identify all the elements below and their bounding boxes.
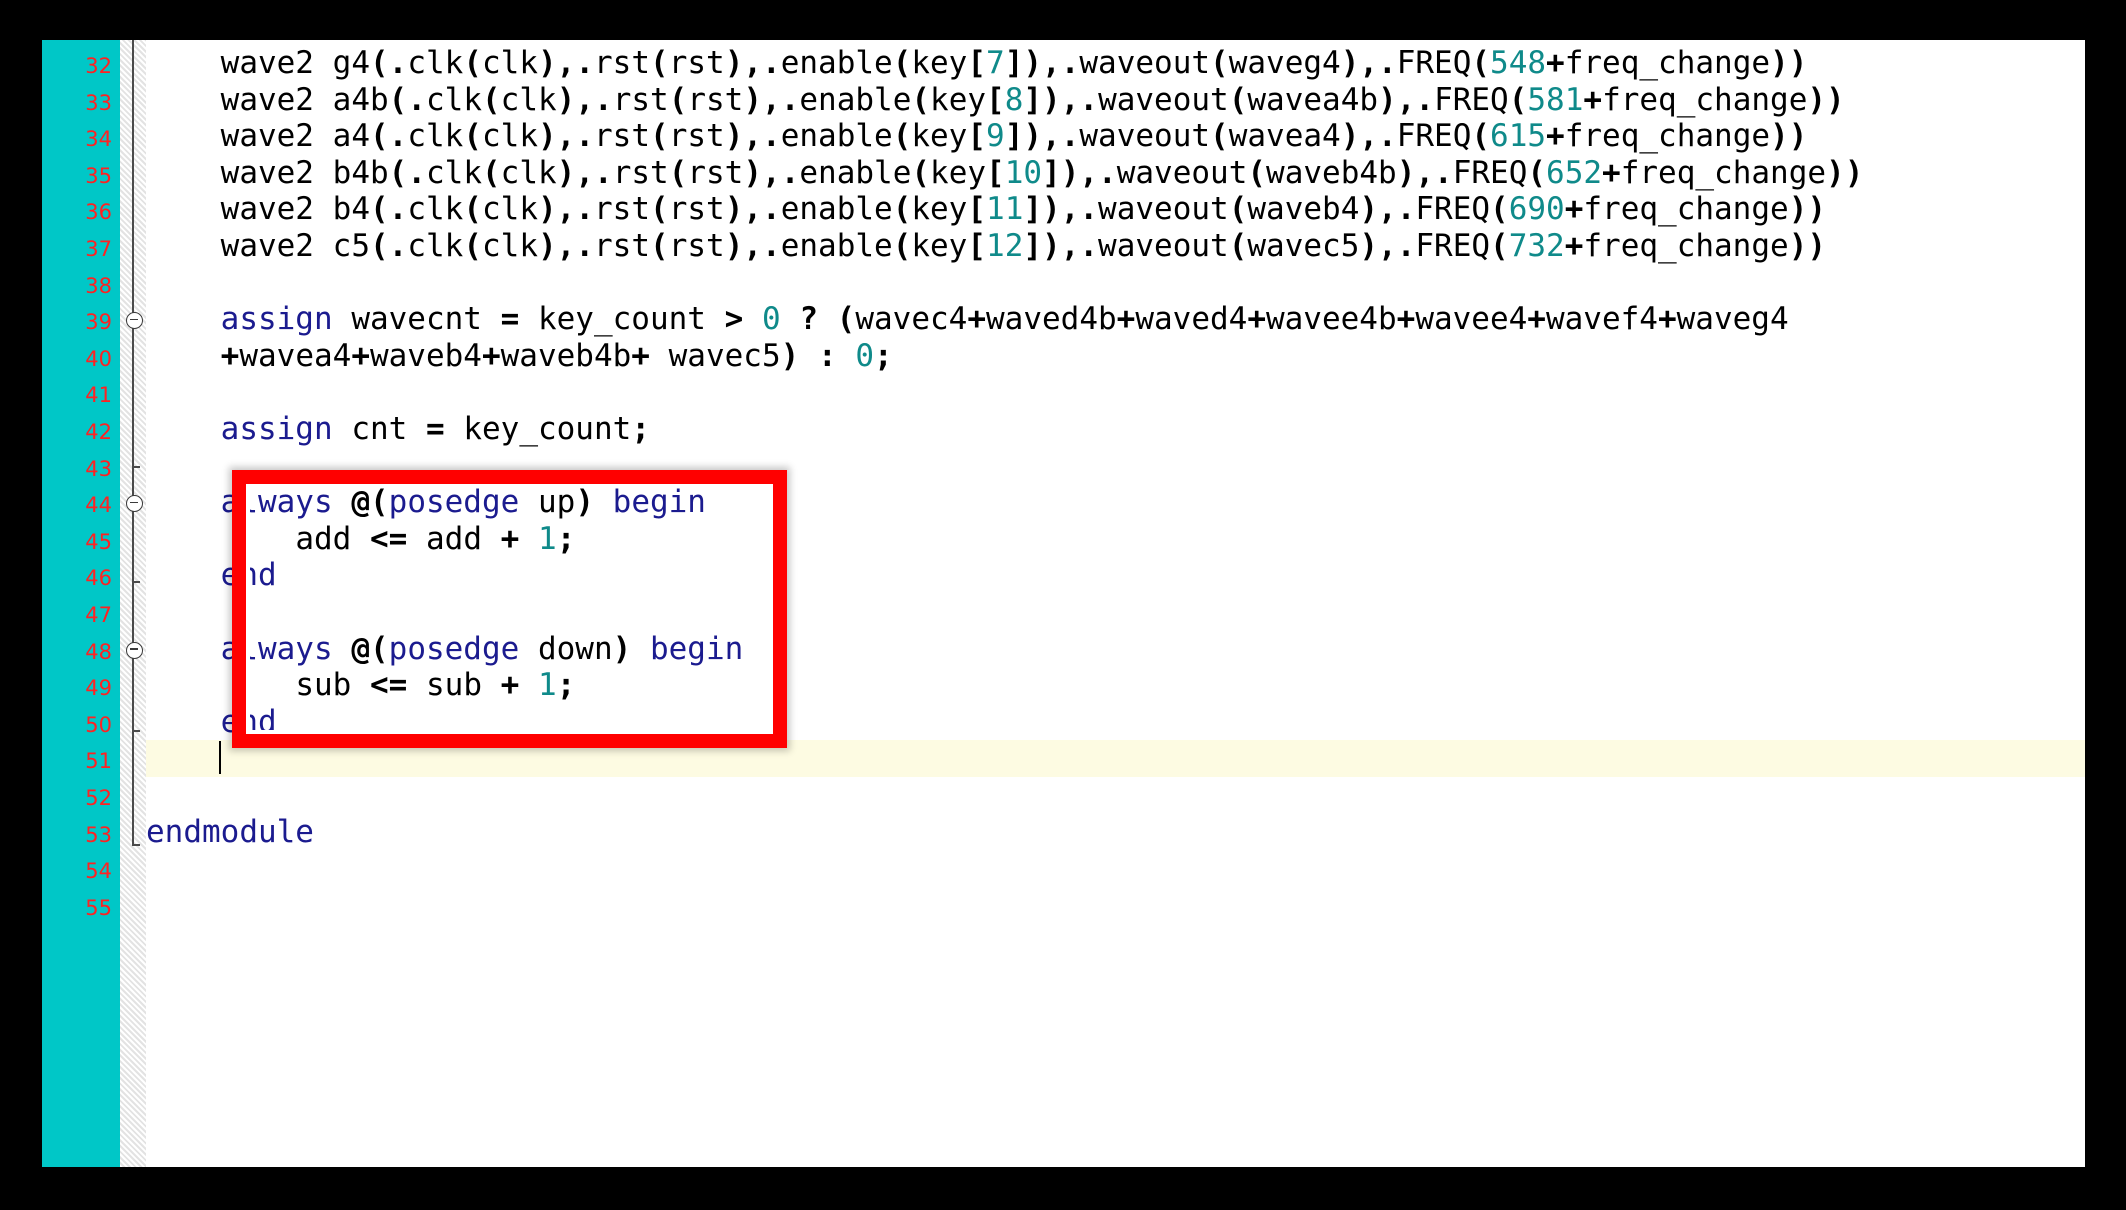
code-line[interactable]: wave2 b4(.clk(clk),.rst(rst),.enable(key… xyxy=(146,191,1826,228)
code-line[interactable]: assign cnt = key_count; xyxy=(146,411,650,448)
line-number: 51 xyxy=(85,749,112,774)
code-line[interactable]: always @(posedge down) begin xyxy=(146,631,744,668)
line-number: 49 xyxy=(85,676,112,701)
code-line[interactable]: wave2 a4(.clk(clk),.rst(rst),.enable(key… xyxy=(146,118,1808,155)
code-editor[interactable]: 32 33 34 35 36 37 38 39 40 41 42 43 44 45 46 47 48 49 50 51… xyxy=(42,40,2085,1167)
code-line[interactable]: wave2 g4(.clk(clk),.rst(rst),.enable(key… xyxy=(146,45,1808,82)
fold-collapse-icon[interactable] xyxy=(126,312,143,330)
code-folding-column[interactable] xyxy=(120,40,146,1167)
line-number: 53 xyxy=(85,822,112,847)
line-number: 38 xyxy=(85,273,112,298)
code-line[interactable]: assign wavecnt = key_count > 0 ? (wavec4… xyxy=(146,301,1789,338)
fold-guide-line xyxy=(132,658,134,730)
screenshot-frame: 32 33 34 35 36 37 38 39 40 41 42 43 44 45 46 47 48 49 50 51… xyxy=(0,0,2126,1210)
code-line[interactable]: wave2 b4b(.clk(clk),.rst(rst),.enable(ke… xyxy=(146,155,1864,192)
line-number: 54 xyxy=(85,859,112,884)
line-number: 37 xyxy=(85,237,112,261)
current-line-highlight xyxy=(146,740,2085,778)
line-number: 39 xyxy=(85,310,112,335)
code-line[interactable]: endmodule xyxy=(146,814,314,851)
fold-collapse-icon[interactable] xyxy=(126,495,143,513)
line-number: 47 xyxy=(85,603,112,627)
line-number-gutter[interactable]: 32 33 34 35 36 37 38 39 40 41 42 43 44 45 46 47 48 49 50 51… xyxy=(42,40,120,1167)
fold-end-tick xyxy=(132,581,140,584)
line-number: 43 xyxy=(85,456,112,481)
line-number: 52 xyxy=(85,786,112,810)
code-line[interactable]: add <= add + 1; xyxy=(146,521,575,558)
line-number: 33 xyxy=(85,90,112,115)
code-line[interactable]: sub <= sub + 1; xyxy=(146,667,575,704)
fold-end-tick xyxy=(132,465,140,468)
code-line[interactable]: wave2 a4b(.clk(clk),.rst(rst),.enable(ke… xyxy=(146,82,1845,119)
line-number: 44 xyxy=(85,493,112,518)
code-line[interactable]: end xyxy=(146,704,277,741)
code-line[interactable]: wave2 c5(.clk(clk),.rst(rst),.enable(key… xyxy=(146,228,1826,265)
line-number: 35 xyxy=(85,163,112,188)
line-number: 34 xyxy=(85,127,112,152)
fold-end-tick xyxy=(132,729,140,732)
line-number: 50 xyxy=(85,712,112,737)
text-caret xyxy=(219,741,222,774)
line-number: 46 xyxy=(85,566,112,591)
code-line[interactable]: +wavea4+waveb4+waveb4b+ wavec5) : 0; xyxy=(146,338,893,375)
fold-guide-line xyxy=(132,512,134,582)
line-number: 41 xyxy=(85,383,112,408)
line-number: 45 xyxy=(85,529,112,554)
line-number: 42 xyxy=(85,420,112,444)
code-text-area[interactable]: wave2 g4(.clk(clk),.rst(rst),.enable(key… xyxy=(146,40,2085,1167)
fold-guide-line xyxy=(132,329,134,466)
fold-collapse-icon[interactable] xyxy=(126,641,143,659)
line-number: 36 xyxy=(85,200,112,225)
code-line[interactable]: end xyxy=(146,557,277,594)
line-number: 48 xyxy=(85,639,112,664)
line-number: 32 xyxy=(85,54,112,78)
code-line[interactable]: always @(posedge up) begin xyxy=(146,484,706,521)
fold-end-tick xyxy=(132,843,140,846)
line-number: 55 xyxy=(85,895,112,920)
code-line[interactable] xyxy=(146,740,221,777)
line-number: 40 xyxy=(85,346,112,371)
